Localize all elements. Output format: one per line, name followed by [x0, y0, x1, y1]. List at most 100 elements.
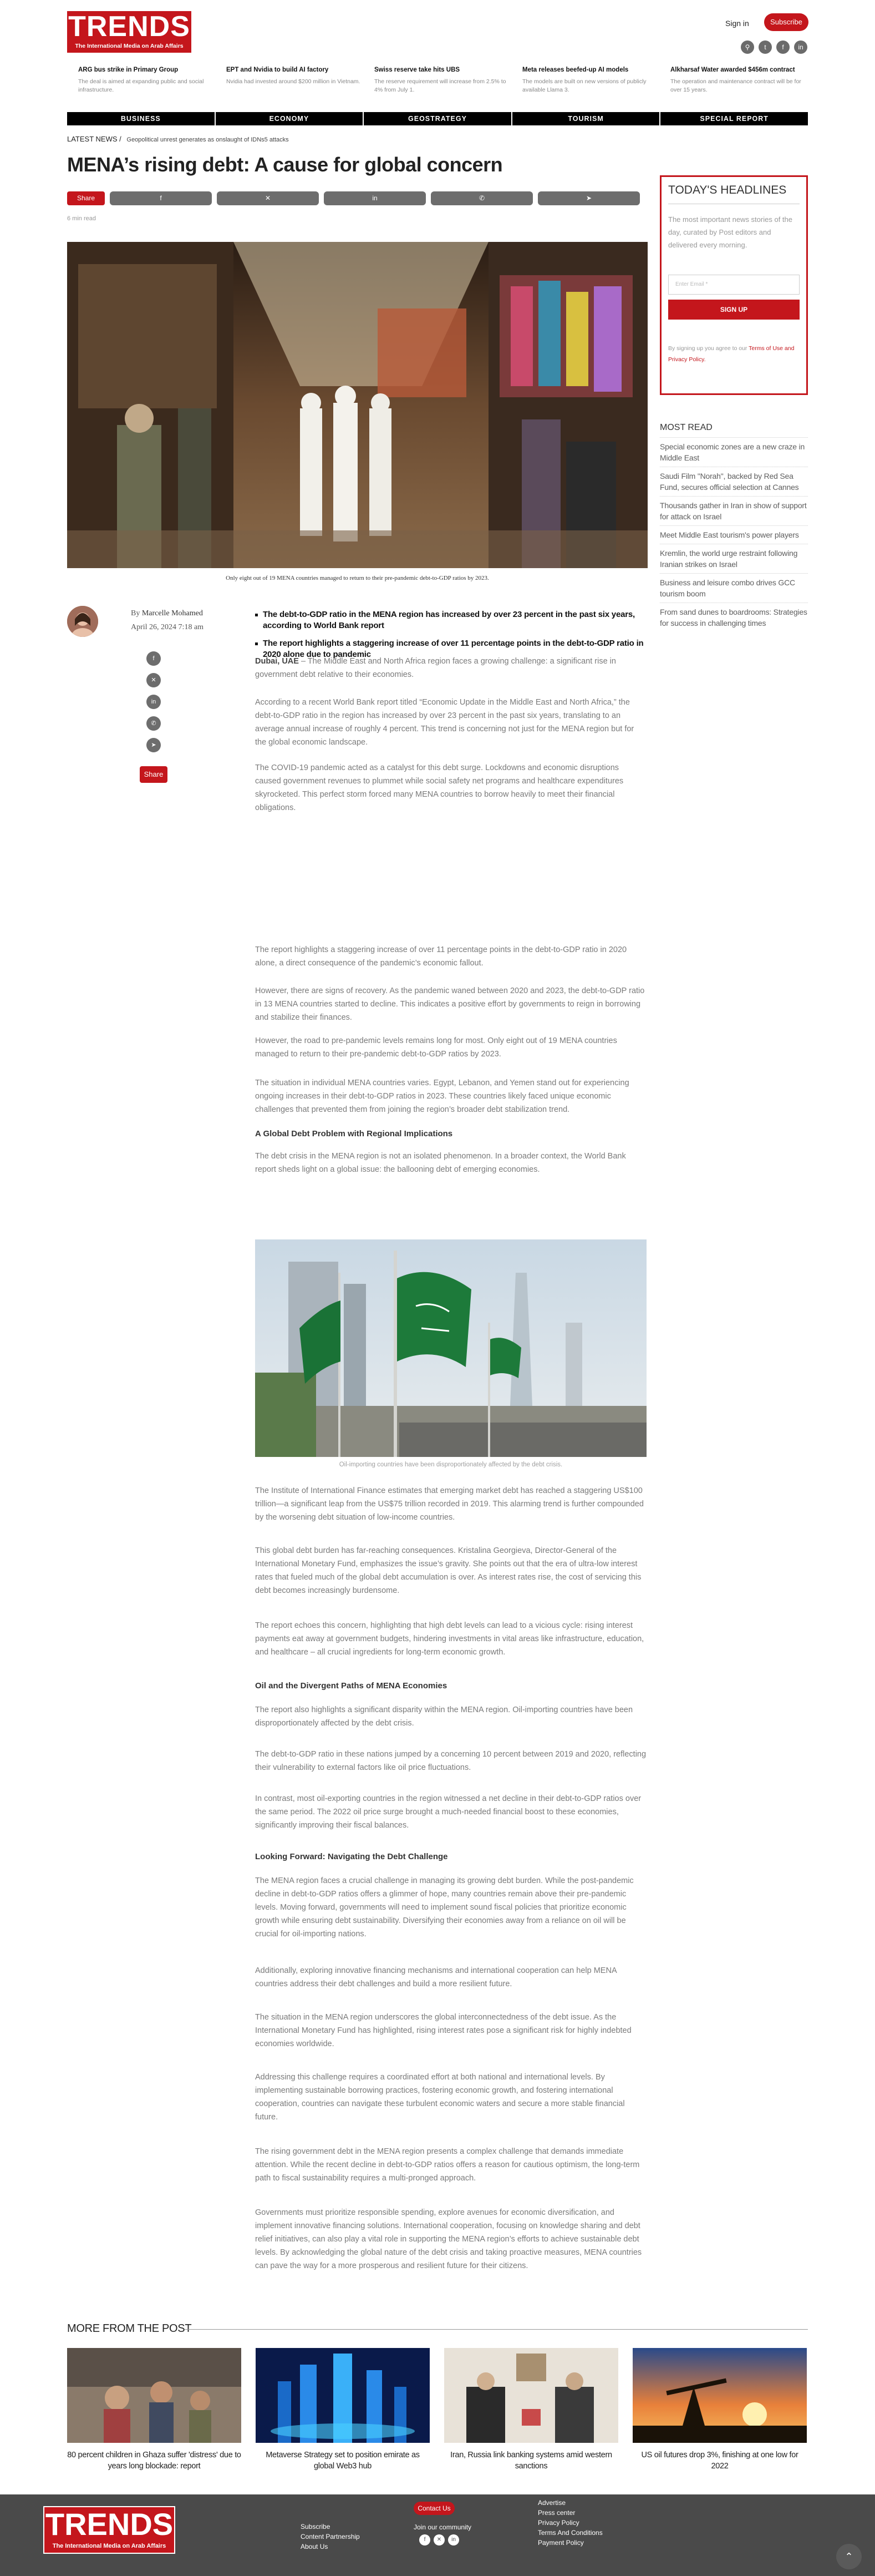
share-button[interactable]: Share [67, 191, 105, 205]
section-heading: Oil and the Divergent Paths of MENA Econ… [255, 1681, 447, 1691]
metaverse-city-illustration [256, 2348, 430, 2443]
search-icon[interactable]: ⚲ [741, 41, 754, 54]
story-card[interactable]: Metaverse Strategy set to position emira… [256, 2348, 430, 2472]
twitter-icon[interactable]: t [759, 41, 772, 54]
paragraph: The situation in the MENA region undersc… [255, 2013, 632, 2048]
footer-link[interactable]: Advertise [538, 2498, 603, 2508]
back-to-top-button[interactable]: ⌃ [836, 2544, 862, 2569]
whatsapp-icon[interactable]: ✆ [431, 191, 533, 205]
ticker-desc: The reserve requirement will increase fr… [374, 78, 506, 93]
souk-illustration [67, 242, 648, 568]
footer-links-1: Subscribe Content Partnership About Us [301, 2522, 360, 2552]
article-image-caption: Oil-importing countries have been dispro… [339, 1461, 563, 1468]
facebook-icon[interactable]: f [110, 191, 212, 205]
story-title[interactable]: US oil futures drop 3%, finishing at one… [633, 2450, 807, 2472]
ticker-title[interactable]: ARG bus strike in Primary Group [78, 65, 215, 74]
most-read-item[interactable]: Thousands gather in Iran in show of supp… [660, 496, 808, 525]
nav-geostrategy[interactable]: GEOSTRATEGY [364, 112, 512, 125]
story-card[interactable]: 80 percent children in Ghaza suffer 'dis… [67, 2348, 241, 2472]
article-title: MENA’s rising debt: A cause for global c… [67, 153, 503, 176]
nav-economy[interactable]: ECONOMY [216, 112, 364, 125]
footer-link[interactable]: Terms And Conditions [538, 2528, 603, 2538]
paragraph: Governments must prioritize responsible … [255, 2208, 642, 2270]
footer-logo[interactable]: TRENDS The International Media on Arab A… [43, 2506, 175, 2554]
most-read-item[interactable]: Kremlin, the world urge restraint follow… [660, 544, 808, 573]
ticker-title[interactable]: Meta releases beefed-up AI models [522, 65, 659, 74]
footer-link[interactable]: Content Partnership [301, 2532, 360, 2542]
footer-link[interactable]: About Us [301, 2542, 360, 2552]
newsletter-box: TODAY'S HEADLINES The most important new… [660, 175, 808, 395]
whatsapp-icon[interactable]: ✆ [146, 716, 161, 731]
hero-image [67, 242, 648, 568]
telegram-icon[interactable]: ➤ [538, 191, 640, 205]
footer-link[interactable]: Privacy Policy [538, 2518, 603, 2528]
telegram-icon[interactable]: ➤ [146, 738, 161, 752]
divider [185, 2329, 808, 2330]
story-title[interactable]: Iran, Russia link banking systems amid w… [444, 2450, 618, 2472]
x-icon[interactable]: ✕ [434, 2534, 445, 2545]
signup-button[interactable]: SIGN UP [668, 300, 800, 320]
ticker-item[interactable]: ARG bus strike in Primary Group The deal… [67, 65, 215, 94]
facebook-icon[interactable]: f [419, 2534, 430, 2545]
article-image-flags [255, 1239, 647, 1457]
footer-logo-text: TRENDS [45, 2507, 174, 2542]
story-card[interactable]: Iran, Russia link banking systems amid w… [444, 2348, 618, 2472]
key-point: The debt-to-GDP ratio in the MENA region… [255, 609, 647, 631]
x-icon[interactable]: ✕ [146, 673, 161, 687]
publish-date: April 26, 2024 7:18 am [131, 623, 204, 631]
linkedin-icon[interactable]: in [448, 2534, 459, 2545]
footer-link[interactable]: Payment Policy [538, 2538, 603, 2548]
terms-prefix: By signing up you agree to our [668, 345, 747, 352]
story-image[interactable] [67, 2348, 241, 2443]
latest-news-headline[interactable]: Geopolitical unrest generates as onslaug… [126, 136, 288, 143]
linkedin-icon[interactable]: in [794, 41, 807, 54]
facebook-icon[interactable]: f [146, 651, 161, 666]
nav-tourism[interactable]: TOURISM [512, 112, 661, 125]
paragraph: Dubai, UAE – The Middle East and North A… [255, 655, 647, 681]
facebook-icon[interactable]: f [776, 41, 790, 54]
most-read-title: MOST READ [660, 423, 713, 432]
nav-special-report[interactable]: SPECIAL REPORT [660, 112, 808, 125]
dateline: Dubai, UAE [255, 657, 299, 666]
footer-link[interactable]: Press center [538, 2508, 603, 2518]
ticker-title[interactable]: Alkharsaf Water awarded $456m contract [670, 65, 807, 74]
contact-us-button[interactable]: Contact Us [414, 2502, 455, 2515]
ticker-item[interactable]: Meta releases beefed-up AI models The mo… [511, 65, 659, 94]
side-share-button[interactable]: Share [140, 766, 167, 783]
story-card[interactable]: US oil futures drop 3%, finishing at one… [633, 2348, 807, 2472]
email-input[interactable]: Enter Email * [668, 275, 800, 295]
story-title[interactable]: Metaverse Strategy set to position emira… [256, 2450, 430, 2472]
footer-social-icons: f ✕ in [419, 2534, 459, 2545]
author-name[interactable]: Marcelle Mohamed [142, 609, 203, 618]
paragraph: The MENA region faces a crucial challeng… [255, 1876, 634, 1939]
paragraph-text: – The Middle East and North Africa regio… [255, 657, 616, 679]
most-read-item[interactable]: Special economic zones are a new craze i… [660, 437, 808, 467]
author-avatar[interactable] [67, 606, 98, 637]
site-logo[interactable]: TRENDS The International Media on Arab A… [67, 11, 191, 53]
ticker-item[interactable]: Alkharsaf Water awarded $456m contract T… [659, 65, 807, 94]
ticker-title[interactable]: Swiss reserve take hits UBS [374, 65, 511, 74]
more-cards: 80 percent children in Ghaza suffer 'dis… [67, 2348, 808, 2472]
linkedin-icon[interactable]: in [146, 695, 161, 709]
sign-in-link[interactable]: Sign in [725, 19, 749, 28]
paragraph: This global debt burden has far-reaching… [255, 1546, 642, 1595]
most-read-item[interactable]: Business and leisure combo drives GCC to… [660, 573, 808, 603]
story-image[interactable] [256, 2348, 430, 2443]
x-icon[interactable]: ✕ [217, 191, 319, 205]
ticker-title[interactable]: EPT and Nvidia to build AI factory [226, 65, 363, 74]
ticker-item[interactable]: EPT and Nvidia to build AI factory Nvidi… [215, 65, 363, 94]
footer-link[interactable]: Subscribe [301, 2522, 360, 2532]
most-read-item[interactable]: Saudi Film "Norah", backed by Red Sea Fu… [660, 467, 808, 496]
most-read-item[interactable]: Meet Middle East tourism's power players [660, 525, 808, 544]
nav-business[interactable]: BUSINESS [67, 112, 216, 125]
header-icons: ⚲ t f in [741, 41, 807, 54]
ticker-item[interactable]: Swiss reserve take hits UBS The reserve … [363, 65, 511, 94]
story-title[interactable]: 80 percent children in Ghaza suffer 'dis… [67, 2450, 241, 2472]
ticker-desc: The deal is aimed at expanding public an… [78, 78, 204, 93]
paragraph: According to a recent World Bank report … [255, 698, 634, 747]
most-read-item[interactable]: From sand dunes to boardrooms: Strategie… [660, 603, 808, 632]
story-image[interactable] [633, 2348, 807, 2443]
story-image[interactable] [444, 2348, 618, 2443]
subscribe-button[interactable]: Subscribe [764, 13, 808, 31]
linkedin-icon[interactable]: in [324, 191, 426, 205]
